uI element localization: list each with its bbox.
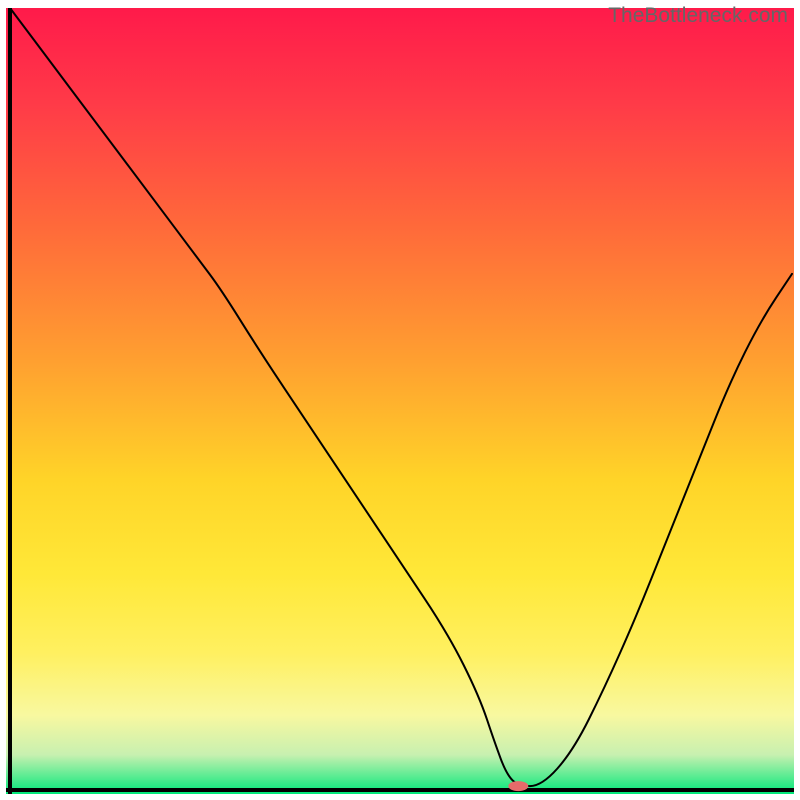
gradient-background [6,8,794,794]
optimal-point-marker [508,781,528,791]
bottleneck-chart [6,8,794,794]
chart-container: TheBottleneck.com [0,0,800,800]
marker-group [508,781,528,791]
plot-area [6,8,794,794]
watermark-text: TheBottleneck.com [608,4,788,28]
